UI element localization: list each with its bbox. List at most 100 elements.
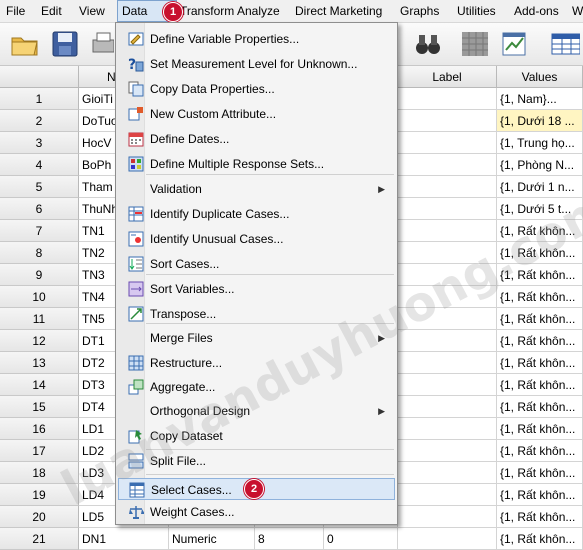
menu-item-new-custom-attribute[interactable]: New Custom Attribute... [118, 103, 395, 125]
cell-label[interactable] [398, 286, 497, 308]
cell-values[interactable]: {1, Rất khôn... [497, 286, 583, 308]
print-icon[interactable] [90, 29, 115, 59]
cell-values[interactable]: {1, Rất khôn... [497, 396, 583, 418]
row-number[interactable]: 4 [0, 154, 79, 176]
table-icon[interactable] [550, 29, 581, 59]
menu-analyze[interactable]: Analyze [233, 0, 284, 22]
cell-width[interactable]: 8 [255, 528, 324, 550]
row-number[interactable]: 19 [0, 484, 79, 506]
menu-item-split-file[interactable]: Split File... [118, 450, 395, 472]
menu-item-validation[interactable]: Validation ▶ [118, 178, 395, 200]
menu-item-orthogonal-design[interactable]: Orthogonal Design ▶ [118, 400, 395, 422]
menu-item-define-variable-properties[interactable]: Define Variable Properties... [118, 28, 395, 50]
cell-name[interactable]: DN1 [79, 528, 169, 550]
cell-label[interactable] [398, 132, 497, 154]
menu-edit[interactable]: Edit [37, 0, 66, 22]
row-number[interactable]: 8 [0, 242, 79, 264]
cell-values[interactable]: {1, Rất khôn... [497, 352, 583, 374]
cell-label[interactable] [398, 110, 497, 132]
cell-values[interactable]: {1, Rất khôn... [497, 440, 583, 462]
row-number[interactable]: 11 [0, 308, 79, 330]
cell-label[interactable] [398, 506, 497, 528]
cell-label[interactable] [398, 176, 497, 198]
menu-add-ons[interactable]: Add-ons [510, 0, 563, 22]
cell-values[interactable]: {1, Rất khôn... [497, 528, 583, 550]
menu-item-copy-dataset[interactable]: Copy Dataset [118, 425, 395, 447]
row-number[interactable]: 12 [0, 330, 79, 352]
cell-values[interactable]: {1, Rất khôn... [497, 242, 583, 264]
row-number[interactable]: 18 [0, 462, 79, 484]
cell-values[interactable]: {1, Rất khôn... [497, 330, 583, 352]
menu-item-restructure[interactable]: Restructure... [118, 352, 395, 374]
cell-label[interactable] [398, 440, 497, 462]
row-number[interactable]: 17 [0, 440, 79, 462]
cell-label[interactable] [398, 528, 497, 550]
menu-item-define-multiple-response-sets[interactable]: Define Multiple Response Sets... [118, 153, 395, 175]
cell-label[interactable] [398, 220, 497, 242]
find-binoculars-icon[interactable] [413, 29, 443, 59]
cell-values[interactable]: {1, Trung họ... [497, 132, 583, 154]
menu-item-merge-files[interactable]: Merge Files ▶ [118, 327, 395, 349]
row-number[interactable]: 6 [0, 198, 79, 220]
row-number[interactable]: 21 [0, 528, 79, 550]
cell-label[interactable] [398, 242, 497, 264]
cell-type[interactable]: Numeric [169, 528, 255, 550]
cell-values[interactable]: {1, Rất khôn... [497, 264, 583, 286]
menu-item-transpose[interactable]: Transpose... [118, 303, 395, 325]
menu-file[interactable]: File [2, 0, 29, 22]
cell-values[interactable]: {1, Dưới 18 ... [497, 110, 583, 132]
cell-decimals[interactable]: 0 [324, 528, 398, 550]
menu-item-set-measurement-level-for-unknown[interactable]: ? Set Measurement Level for Unknown... [118, 53, 395, 75]
row-number[interactable]: 9 [0, 264, 79, 286]
cell-values[interactable]: {1, Dưới 5 t... [497, 198, 583, 220]
menu-item-aggregate[interactable]: Aggregate... [118, 376, 395, 398]
row-number[interactable]: 5 [0, 176, 79, 198]
column-header-values[interactable]: Values [497, 66, 583, 88]
cell-label[interactable] [398, 330, 497, 352]
menu-item-sort-cases[interactable]: Sort Cases... [118, 253, 395, 275]
row-number[interactable]: 16 [0, 418, 79, 440]
row-number[interactable]: 10 [0, 286, 79, 308]
cell-values[interactable]: {1, Rất khôn... [497, 374, 583, 396]
row-number[interactable]: 2 [0, 110, 79, 132]
menu-window[interactable]: W [568, 0, 583, 22]
cell-label[interactable] [398, 88, 497, 110]
menu-view[interactable]: View [75, 0, 109, 22]
cell-values[interactable]: {1, Dưới 1 n... [497, 176, 583, 198]
cell-label[interactable] [398, 154, 497, 176]
cell-values[interactable]: {1, Phòng N... [497, 154, 583, 176]
cell-label[interactable] [398, 374, 497, 396]
open-folder-icon[interactable] [10, 29, 40, 59]
grid-variables-icon[interactable] [460, 29, 490, 59]
row-number[interactable]: 20 [0, 506, 79, 528]
menu-item-sort-variables[interactable]: Sort Variables... [118, 278, 395, 300]
menu-item-define-dates[interactable]: Define Dates... [118, 128, 395, 150]
cell-label[interactable] [398, 264, 497, 286]
menu-graphs[interactable]: Graphs [396, 0, 443, 22]
cell-values[interactable]: {1, Rất khôn... [497, 462, 583, 484]
column-header-label[interactable]: Label [398, 66, 497, 88]
row-number[interactable]: 13 [0, 352, 79, 374]
row-number[interactable]: 7 [0, 220, 79, 242]
cell-values[interactable]: {1, Rất khôn... [497, 220, 583, 242]
cell-values[interactable]: {1, Rất khôn... [497, 506, 583, 528]
cell-label[interactable] [398, 198, 497, 220]
cell-label[interactable] [398, 352, 497, 374]
save-icon[interactable] [50, 29, 80, 59]
menu-item-identify-duplicate-cases[interactable]: Identify Duplicate Cases... [118, 203, 395, 225]
row-number[interactable]: 3 [0, 132, 79, 154]
cell-values[interactable]: {1, Rất khôn... [497, 484, 583, 506]
chart-check-icon[interactable] [500, 29, 530, 59]
cell-label[interactable] [398, 308, 497, 330]
cell-values[interactable]: {1, Rất khôn... [497, 308, 583, 330]
cell-values[interactable]: {1, Nam}... [497, 88, 583, 110]
cell-values[interactable]: {1, Rất khôn... [497, 418, 583, 440]
menu-item-identify-unusual-cases[interactable]: Identify Unusual Cases... [118, 228, 395, 250]
table-row[interactable]: 21 DN1 Numeric 8 0 {1, Rất khôn... [0, 528, 583, 550]
cell-label[interactable] [398, 462, 497, 484]
menu-item-copy-data-properties[interactable]: Copy Data Properties... [118, 78, 395, 100]
menu-transform[interactable]: Transform [176, 0, 238, 22]
row-number[interactable]: 14 [0, 374, 79, 396]
row-number[interactable]: 15 [0, 396, 79, 418]
cell-label[interactable] [398, 418, 497, 440]
